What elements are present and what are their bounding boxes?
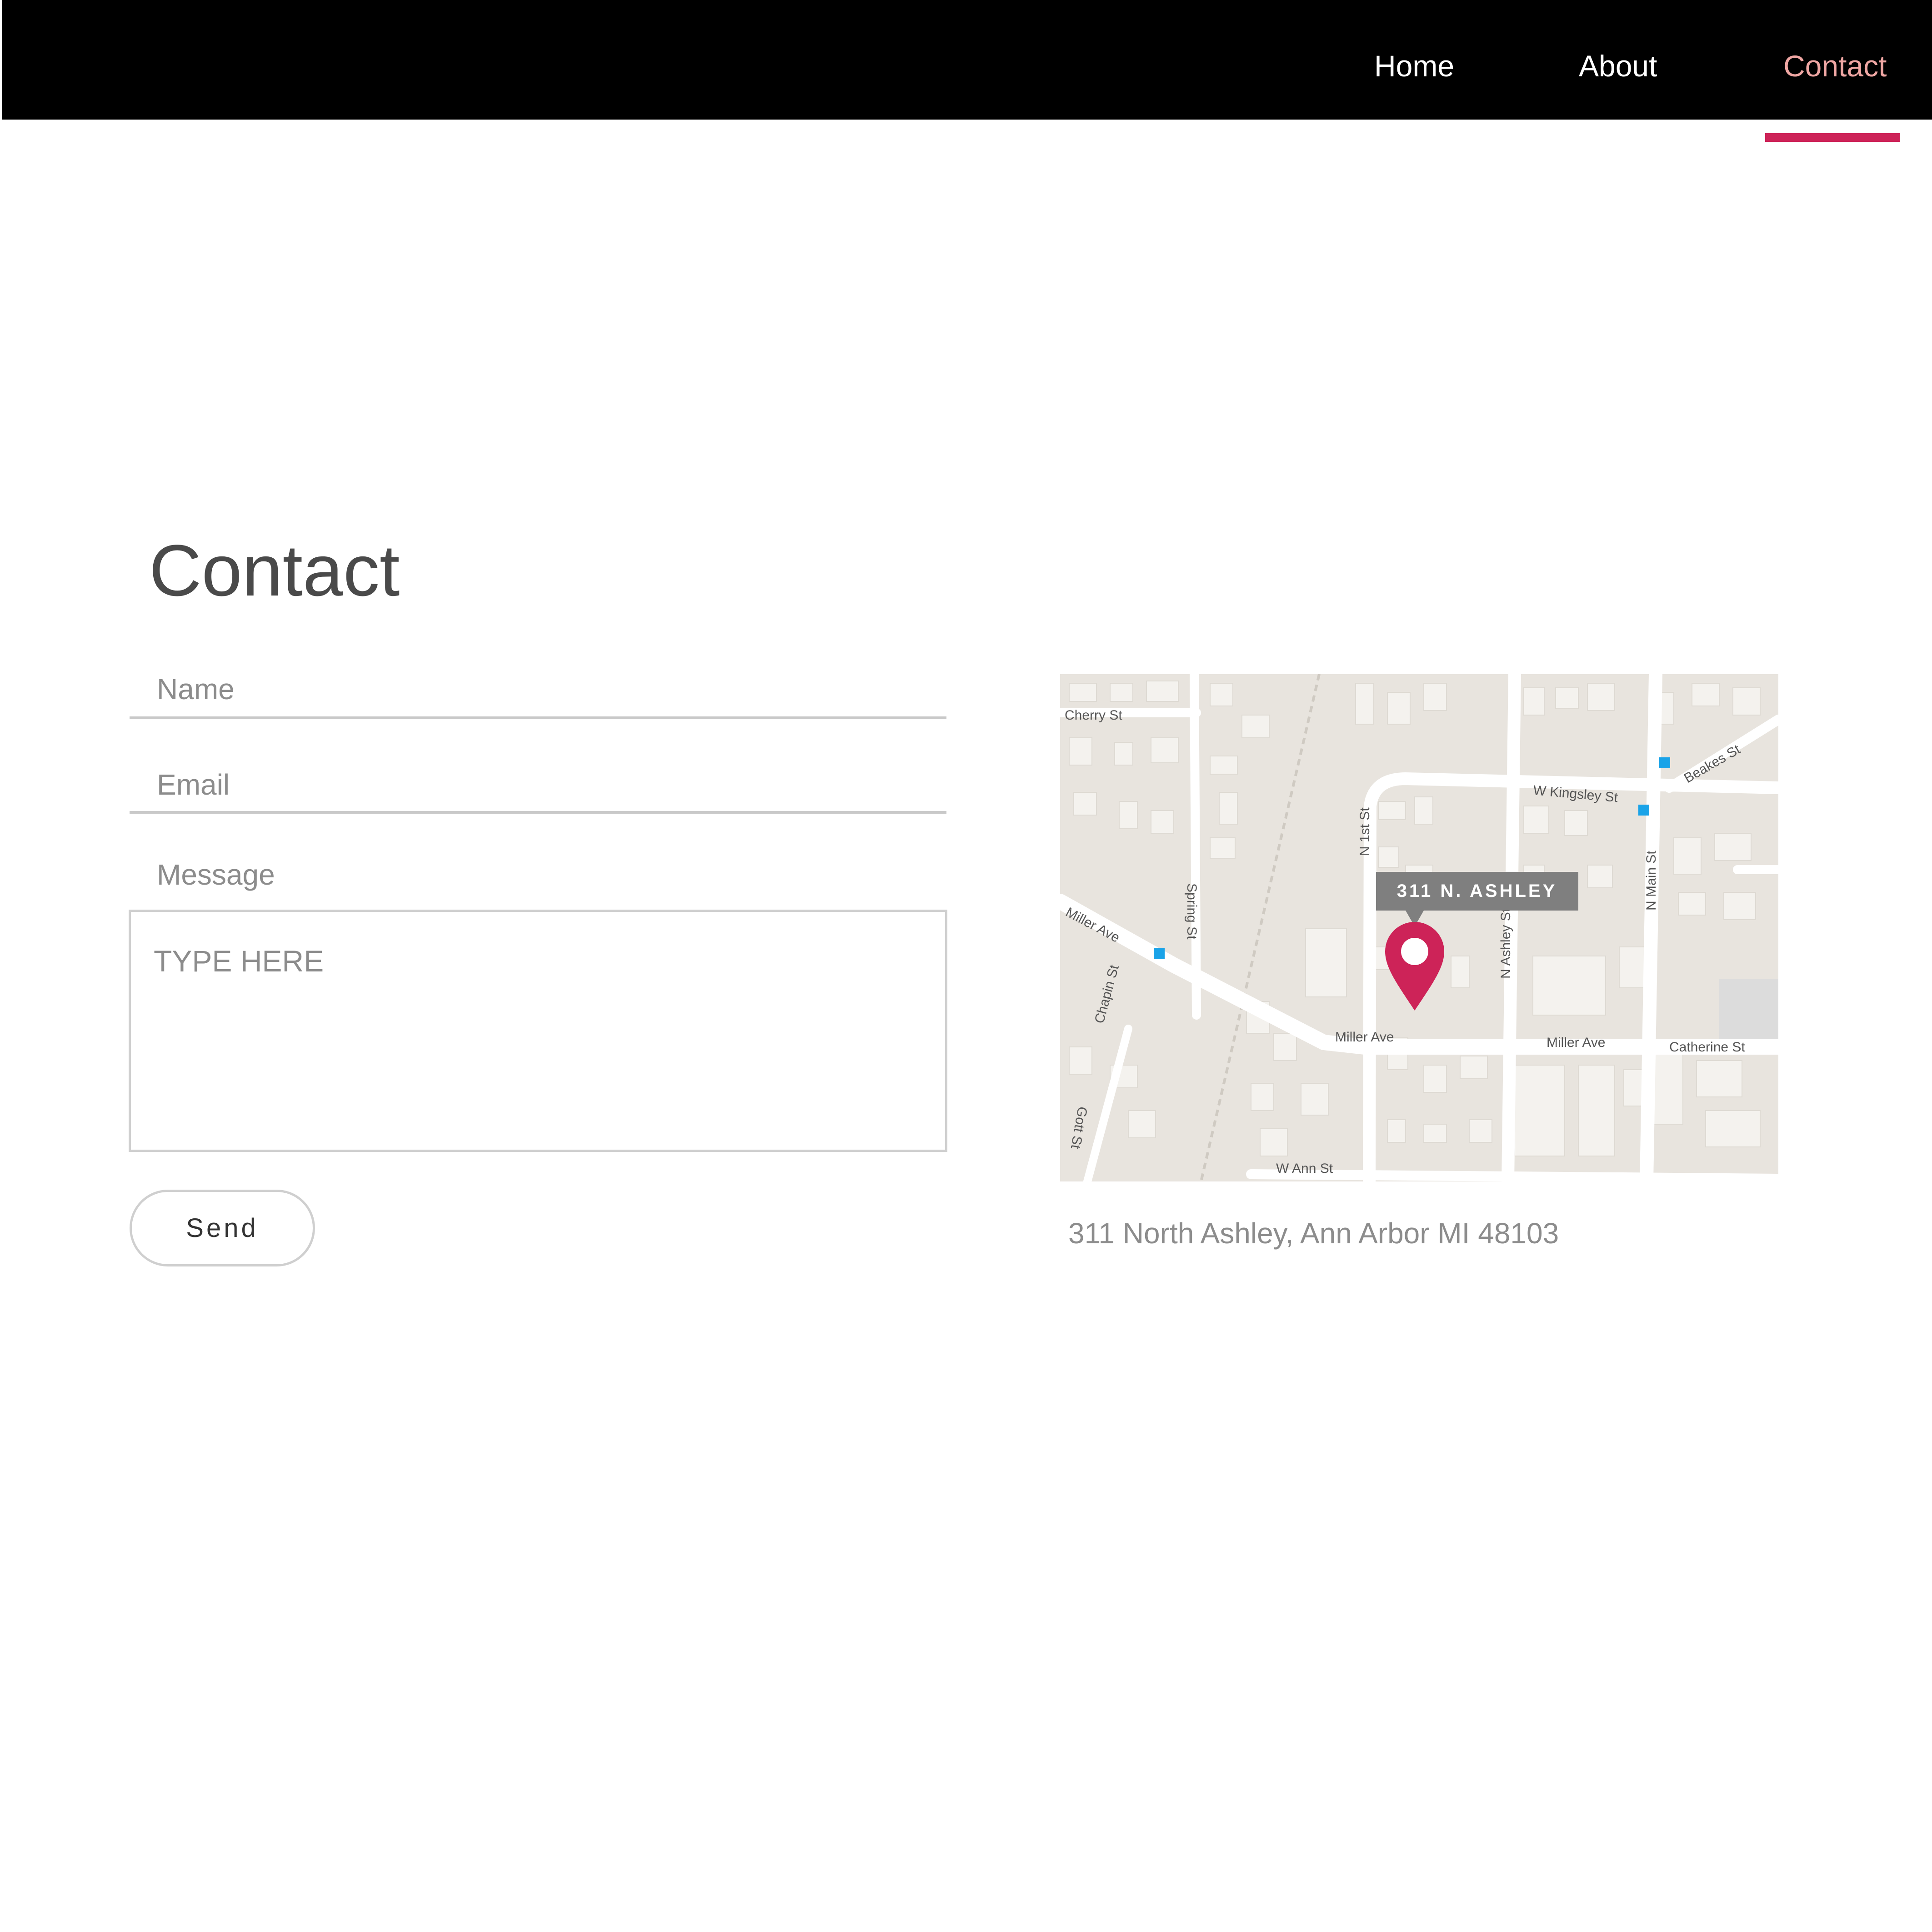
location-map[interactable]: Cherry St W Kingsley St Beakes St N 1st … — [1060, 674, 1778, 1181]
map-address: 311 North Ashley, Ann Arbor MI 48103 — [1068, 1217, 1559, 1250]
street-label-cherry: Cherry St — [1065, 708, 1122, 723]
street-label-ann: W Ann St — [1276, 1161, 1333, 1176]
bus-stop-icon — [1659, 757, 1670, 768]
message-label: Message — [157, 858, 275, 891]
send-button[interactable]: Send — [130, 1190, 315, 1266]
message-textarea[interactable] — [129, 910, 947, 1152]
street-label-catherine: Catherine St — [1669, 1040, 1745, 1055]
map-canvas: Cherry St W Kingsley St Beakes St N 1st … — [1060, 674, 1778, 1181]
street-label-miller-3: Miller Ave — [1547, 1035, 1606, 1050]
street-label-ashley: N Ashley St — [1498, 908, 1513, 979]
street-label-spring: Spring St — [1184, 883, 1199, 940]
bus-stop-icon — [1638, 805, 1649, 816]
map-marker-label: 311 N. ASHLEY — [1397, 881, 1557, 901]
nav-active-indicator — [1765, 133, 1900, 142]
street-label-1st: N 1st St — [1357, 807, 1372, 856]
map-parking-lot — [1719, 979, 1778, 1042]
street-label-miller-2: Miller Ave — [1335, 1030, 1394, 1045]
email-input[interactable] — [130, 773, 946, 814]
page-title: Contact — [149, 530, 400, 611]
name-input[interactable] — [130, 678, 946, 719]
nav-contact-link[interactable]: Contact — [1783, 45, 1887, 86]
street-label-main: N Main St — [1644, 851, 1659, 911]
nav-about-link[interactable]: About — [1579, 45, 1657, 86]
nav-home-link[interactable]: Home — [1374, 45, 1454, 86]
top-navbar: Home About Contact — [2, 0, 1932, 120]
bus-stop-icon — [1154, 948, 1165, 959]
